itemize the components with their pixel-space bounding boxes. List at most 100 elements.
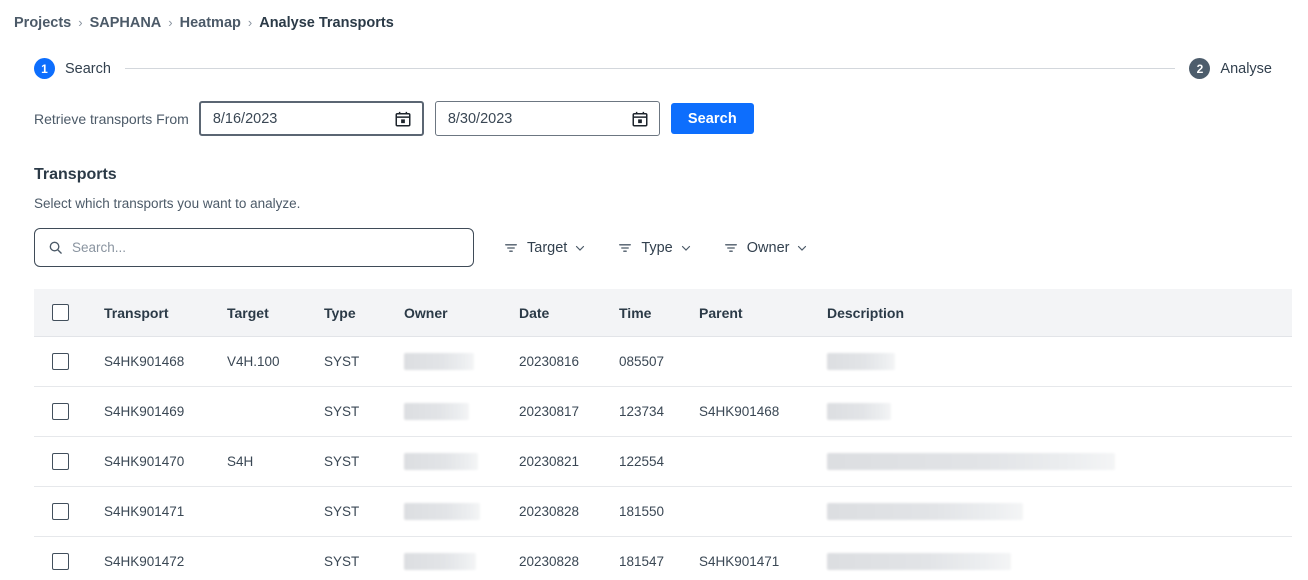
cell-owner — [404, 386, 519, 437]
cell-owner — [404, 486, 519, 537]
row-checkbox[interactable] — [52, 503, 69, 520]
cell-target — [227, 536, 324, 580]
stepper-connector-line — [124, 68, 1176, 69]
transports-search-input[interactable] — [72, 240, 473, 255]
date-from-field[interactable]: 8/16/2023 — [198, 101, 424, 136]
transports-section-subtitle: Select which transports you want to anal… — [34, 196, 301, 211]
cell-parent: S4HK901471 — [699, 536, 827, 580]
row-select-cell — [34, 436, 104, 487]
cell-transport: S4HK901470 — [104, 436, 227, 487]
column-header-transport[interactable]: Transport — [104, 289, 227, 337]
cell-time: 123734 — [619, 386, 699, 437]
cell-type: SYST — [324, 536, 404, 580]
redacted-description-value — [827, 553, 1011, 570]
column-header-description[interactable]: Description — [827, 289, 1292, 337]
cell-parent — [699, 486, 827, 537]
chevron-down-icon — [681, 245, 690, 251]
filter-type[interactable]: Type — [616, 237, 693, 259]
breadcrumb-item-saphana[interactable]: SAPHANA — [90, 14, 162, 32]
row-select-cell — [34, 536, 104, 580]
transports-filter-bar: Target Type Owner — [34, 228, 1308, 267]
transports-search-box[interactable] — [34, 228, 474, 267]
table-row[interactable]: S4HK901469 SYST 20230817 123734 S4HK901468 — [34, 386, 1292, 437]
stepper-step-2-label: Analyse — [1220, 60, 1272, 77]
stepper-step-analyse[interactable]: 2 Analyse — [1189, 58, 1272, 79]
cell-parent: S4HK901468 — [699, 386, 827, 437]
cell-transport: S4HK901468 — [104, 336, 227, 387]
cell-description — [827, 336, 1292, 387]
transports-table-head: Transport Target Type Owner Date Time Pa… — [34, 289, 1292, 337]
cell-owner — [404, 336, 519, 387]
column-header-time[interactable]: Time — [619, 289, 699, 337]
cell-date: 20230828 — [519, 486, 619, 537]
column-header-type[interactable]: Type — [324, 289, 404, 337]
chevron-down-icon — [798, 245, 807, 251]
chevron-down-icon — [576, 245, 585, 251]
wizard-stepper: 1 Search 2 Analyse — [34, 58, 1272, 79]
filter-target-label: Target — [527, 239, 568, 256]
retrieve-transports-label: Retrieve transports From — [34, 110, 189, 127]
transports-table-container: Transport Target Type Owner Date Time Pa… — [34, 289, 1292, 580]
redacted-owner-value — [404, 553, 476, 570]
cell-parent — [699, 336, 827, 387]
cell-time: 085507 — [619, 336, 699, 387]
cell-time: 181547 — [619, 536, 699, 580]
date-to-field[interactable]: 8/30/2023 — [434, 101, 660, 136]
table-row[interactable]: S4HK901472 SYST 20230828 181547 S4HK901471 — [34, 536, 1292, 580]
breadcrumb-separator-icon: › — [247, 15, 253, 30]
date-from-value: 8/16/2023 — [212, 110, 278, 127]
cell-description — [827, 486, 1292, 537]
table-row[interactable]: S4HK901468 V4H.100 SYST 20230816 085507 — [34, 336, 1292, 387]
filter-icon — [505, 243, 517, 252]
row-checkbox[interactable] — [52, 403, 69, 420]
row-checkbox[interactable] — [52, 453, 69, 470]
cell-target: V4H.100 — [227, 336, 324, 387]
stepper-step-search[interactable]: 1 Search — [34, 58, 111, 79]
redacted-owner-value — [404, 503, 480, 520]
cell-time: 122554 — [619, 436, 699, 487]
cell-date: 20230817 — [519, 386, 619, 437]
transports-table: Transport Target Type Owner Date Time Pa… — [34, 289, 1292, 580]
cell-date: 20230821 — [519, 436, 619, 487]
table-row[interactable]: S4HK901470 S4H SYST 20230821 122554 — [34, 436, 1292, 487]
redacted-description-value — [827, 503, 1023, 520]
column-header-owner[interactable]: Owner — [404, 289, 519, 337]
calendar-icon[interactable] — [394, 110, 412, 128]
search-button[interactable]: Search — [670, 103, 754, 134]
cell-target: S4H — [227, 436, 324, 487]
redacted-owner-value — [404, 403, 469, 420]
cell-type: SYST — [324, 486, 404, 537]
stepper-step-2-number: 2 — [1189, 58, 1211, 79]
date-range-search-row: Retrieve transports From 8/16/2023 8/30/… — [34, 101, 1308, 136]
row-checkbox[interactable] — [52, 353, 69, 370]
row-checkbox[interactable] — [52, 553, 69, 570]
cell-type: SYST — [324, 336, 404, 387]
cell-target — [227, 486, 324, 537]
cell-date: 20230828 — [519, 536, 619, 580]
filter-icon — [619, 243, 632, 252]
breadcrumb-item-heatmap[interactable]: Heatmap — [180, 14, 241, 32]
search-icon — [49, 241, 62, 254]
column-header-parent[interactable]: Parent — [699, 289, 827, 337]
breadcrumb-item-projects[interactable]: Projects — [14, 14, 71, 32]
cell-description — [827, 386, 1292, 437]
breadcrumb-separator-icon: › — [78, 15, 83, 30]
redacted-description-value — [827, 453, 1115, 470]
table-row[interactable]: S4HK901471 SYST 20230828 181550 — [34, 486, 1292, 537]
calendar-icon[interactable] — [631, 110, 649, 128]
filter-target[interactable]: Target — [502, 237, 588, 259]
row-select-cell — [34, 336, 104, 387]
breadcrumb-item-analyse-transports: Analyse Transports — [259, 15, 394, 31]
select-all-checkbox[interactable] — [52, 304, 69, 321]
filter-owner-label: Owner — [746, 239, 790, 256]
table-header-row: Transport Target Type Owner Date Time Pa… — [34, 289, 1292, 337]
stepper-step-1-number: 1 — [34, 58, 55, 79]
transports-section-title: Transports — [34, 166, 117, 183]
cell-type: SYST — [324, 386, 404, 437]
column-header-date[interactable]: Date — [519, 289, 619, 337]
filter-owner[interactable]: Owner — [722, 237, 811, 259]
cell-owner — [404, 436, 519, 487]
row-select-cell — [34, 386, 104, 437]
breadcrumb: Projects › SAPHANA › Heatmap › Analyse T… — [0, 0, 1308, 32]
column-header-target[interactable]: Target — [227, 289, 324, 337]
